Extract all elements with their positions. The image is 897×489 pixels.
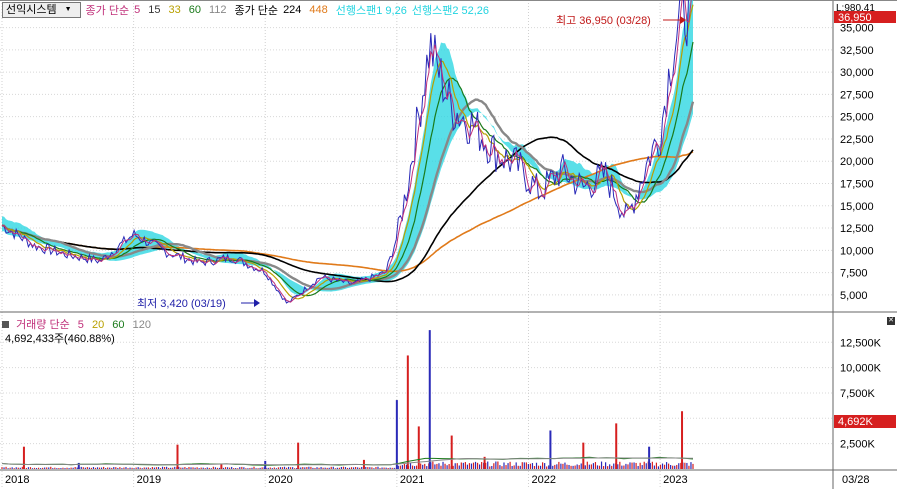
- ma-period-5: 5: [134, 4, 141, 16]
- ma-period-224: 224: [283, 4, 302, 16]
- stock-name: 선익시스템: [6, 4, 57, 16]
- stock-selector[interactable]: 선익시스템 ▼: [2, 2, 81, 18]
- volume-tick-label: 12,500K: [840, 337, 882, 349]
- collapse-icon[interactable]: [2, 321, 9, 328]
- price-tick-label: 5,000: [840, 290, 868, 302]
- long-ma-label: 종가 단순: [234, 5, 279, 17]
- close-icon[interactable]: ✕: [887, 317, 895, 325]
- ma-period-112: 112: [208, 4, 227, 16]
- price-tick-label: 22,500: [840, 134, 874, 146]
- volume-tick-label: 2,500K: [840, 439, 876, 451]
- price-tick-label: 20,000: [840, 156, 874, 168]
- current-price-label: 36,950: [838, 12, 872, 24]
- high-annotation: 최고 36,950 (03/28): [556, 14, 651, 27]
- price-tick-label: 7,500: [840, 268, 868, 280]
- ma-period-15: 15: [148, 4, 161, 16]
- price-tick-label: 15,000: [840, 201, 874, 213]
- price-tick-label: 35,000: [840, 23, 874, 35]
- span2-label: 선행스팬2 52,26: [411, 5, 490, 17]
- volume-spike: [176, 444, 179, 469]
- volume-spike: [549, 430, 552, 469]
- price-tick-label: 25,000: [840, 112, 874, 124]
- price-tick-label: 17,500: [840, 178, 874, 190]
- ma-period-33: 33: [168, 4, 181, 16]
- dropdown-arrow-icon: ▼: [64, 6, 72, 13]
- volume-spike: [406, 355, 409, 469]
- x-axis-year-label: 2022: [531, 474, 555, 486]
- volume-tick-label: 7,500K: [840, 388, 876, 400]
- price-tick-label: 30,000: [840, 67, 874, 79]
- x-axis-year-label: 2023: [663, 474, 687, 486]
- volume-tick-label: 10,000K: [840, 363, 882, 375]
- price-tick-label: 10,000: [840, 245, 874, 257]
- ma-period-60: 60: [188, 4, 201, 16]
- volume-spike: [681, 411, 684, 469]
- low-annotation: 최저 3,420 (03/19): [137, 297, 226, 310]
- volume-spike: [615, 423, 618, 469]
- price-tick-label: 27,500: [840, 89, 874, 101]
- ma-period-448: 448: [309, 4, 328, 16]
- span1-label: 선행스팬1 9,26: [335, 5, 407, 17]
- x-axis-year-label: 2021: [400, 474, 424, 486]
- x-axis-right-date: 03/28: [842, 474, 870, 486]
- x-axis-year-label: 2018: [5, 474, 29, 486]
- price-tick-label: 32,500: [840, 45, 874, 57]
- volume-spike: [395, 400, 398, 469]
- volume-spike: [220, 463, 223, 469]
- price-tick-label: 12,500: [840, 223, 874, 235]
- x-axis-year-label: 2019: [137, 474, 161, 486]
- volume-info: 4,692,433주(460.88%): [5, 333, 115, 345]
- volume-spike: [22, 446, 25, 469]
- volume-spike: [428, 330, 431, 469]
- volume-spike: [450, 435, 453, 469]
- volume-spike: [582, 442, 585, 469]
- current-volume-label: 4,692K: [838, 416, 874, 428]
- chart-frame: 35,000 32,500 30,000 27,500 25,000 22,500 20,0…: [0, 0, 897, 489]
- price-legend: 선익시스템 ▼ 종가 단순 5 15 33 60 112 종가 단순 224 4…: [2, 1, 494, 19]
- x-axis-year-label: 2020: [268, 474, 292, 486]
- ma-label: 종가 단순: [85, 5, 130, 17]
- vol-period-120: 120: [132, 319, 151, 331]
